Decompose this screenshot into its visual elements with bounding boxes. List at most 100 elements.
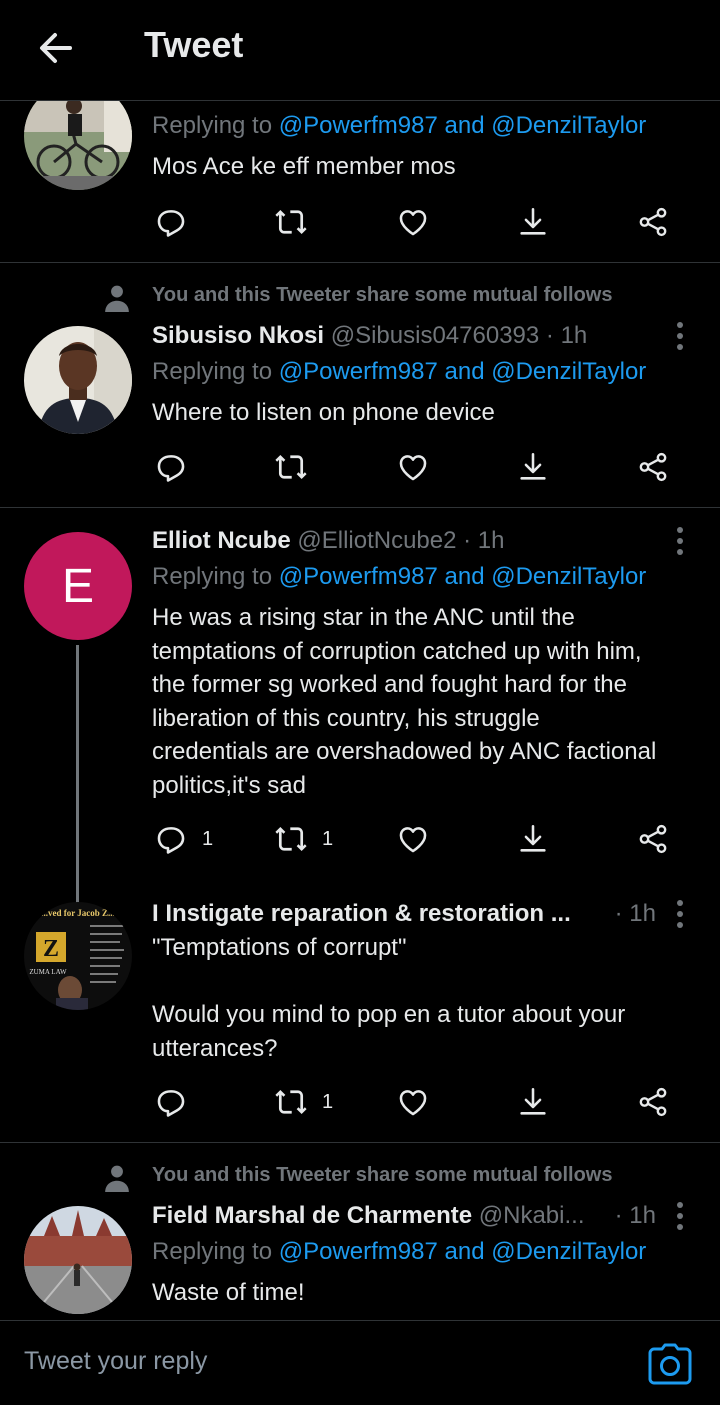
download-icon	[520, 207, 546, 235]
tweet-time: · 1h	[614, 1202, 656, 1229]
more-options-button[interactable]	[670, 320, 690, 352]
page-title: Tweet	[144, 24, 244, 65]
download-icon	[520, 1087, 546, 1115]
reply-icon	[157, 1090, 185, 1117]
tweet-header: I Instigate reparation & restoration ...	[152, 898, 656, 930]
like-icon	[399, 827, 427, 853]
author-handle[interactable]: @Nkabi...	[479, 1202, 585, 1229]
more-icon	[677, 527, 683, 555]
retweet-icon	[275, 826, 307, 852]
share-icon	[639, 207, 667, 237]
replying-prefix: Replying to	[152, 1238, 279, 1265]
download-button[interactable]	[516, 819, 550, 859]
more-icon	[677, 1202, 683, 1230]
camera-button[interactable]	[648, 1343, 692, 1385]
reply-button[interactable]	[154, 447, 202, 487]
action-bar: 1 1	[152, 819, 692, 859]
avatar-sibusiso[interactable]	[24, 326, 132, 434]
retweet-count: 1	[322, 827, 334, 850]
replying-to: Replying to @Powerfm987 and @DenzilTaylo…	[152, 112, 646, 140]
more-options-button[interactable]	[670, 525, 690, 557]
like-button[interactable]	[396, 819, 444, 859]
avatar-elliot[interactable]: E	[24, 532, 132, 640]
reply-composer: Tweet your reply	[0, 1320, 720, 1405]
reply-button[interactable]	[154, 1082, 202, 1122]
share-button[interactable]	[636, 202, 670, 242]
share-button[interactable]	[636, 1082, 670, 1122]
reply-icon	[157, 210, 185, 237]
like-button[interactable]	[396, 202, 444, 242]
like-icon	[399, 1090, 427, 1116]
tweet-text: Where to listen on phone device	[152, 399, 495, 426]
retweet-button[interactable]: 1	[274, 819, 333, 859]
retweet-icon	[275, 454, 307, 480]
social-context: You and this Tweeter share some mutual f…	[152, 1164, 613, 1186]
back-arrow-icon	[40, 33, 72, 63]
replying-to: Replying to @Powerfm987 and @DenzilTaylo…	[152, 563, 646, 591]
replying-to-link[interactable]: @Powerfm987 and @DenzilTaylor	[279, 112, 647, 139]
like-button[interactable]	[396, 1082, 444, 1122]
share-icon	[639, 824, 667, 854]
author-name[interactable]: Elliot Ncube	[152, 527, 291, 554]
tweet-text: Mos Ace ke eff member mos	[152, 153, 456, 180]
avatar-field-marshal[interactable]	[24, 1206, 132, 1314]
retweet-button[interactable]: 1	[274, 1082, 333, 1122]
replying-to: Replying to @Powerfm987 and @DenzilTaylo…	[152, 358, 646, 386]
tweet-text: Waste of time!	[152, 1279, 305, 1306]
replying-prefix: Replying to	[152, 563, 279, 590]
author-name[interactable]: Sibusiso Nkosi	[152, 322, 324, 349]
more-options-button[interactable]	[670, 1200, 690, 1232]
avatar-caption-top: ...ved for Jacob Z...	[41, 908, 115, 918]
tweet-header: Elliot Ncube @ElliotNcube2 · 1h	[152, 525, 690, 557]
retweet-count: 1	[322, 1090, 334, 1113]
download-button[interactable]	[516, 1082, 550, 1122]
avatar-caption-bottom: ZUMA LAW	[29, 968, 67, 976]
author-name[interactable]: I Instigate reparation & restoration ...	[152, 900, 571, 927]
more-icon	[677, 900, 683, 928]
person-icon	[105, 1165, 129, 1192]
tweet-text: He was a rising star in the ANC until th…	[152, 604, 657, 799]
tweet-text: "Temptations of corrupt" Would you mind …	[152, 934, 626, 1062]
share-icon	[639, 452, 667, 482]
like-icon	[399, 210, 427, 236]
replying-to-link[interactable]: @Powerfm987 and @DenzilTaylor	[279, 1238, 647, 1265]
retweet-button[interactable]	[274, 202, 322, 242]
action-bar	[152, 202, 692, 242]
author-handle[interactable]: @ElliotNcube2	[297, 527, 456, 554]
like-button[interactable]	[396, 447, 444, 487]
download-icon	[520, 824, 546, 852]
more-options-button[interactable]	[670, 898, 690, 930]
person-icon	[105, 285, 129, 312]
share-button[interactable]	[636, 447, 670, 487]
reply-count: 1	[202, 827, 214, 850]
reply-button[interactable]: 1	[154, 819, 213, 859]
download-icon	[520, 452, 546, 480]
reply-button[interactable]	[154, 202, 202, 242]
author-handle[interactable]: @Sibusis04760393	[331, 322, 540, 349]
tweet-feed: Replying to @Powerfm987 and @DenzilTaylo…	[0, 0, 720, 1320]
replying-prefix: Replying to	[152, 358, 279, 385]
replying-prefix: Replying to	[152, 112, 279, 139]
replying-to-link[interactable]: @Powerfm987 and @DenzilTaylor	[279, 563, 647, 590]
more-icon	[677, 322, 683, 350]
reply-icon	[157, 827, 185, 854]
divider	[0, 262, 720, 263]
reply-input[interactable]: Tweet your reply	[24, 1347, 207, 1376]
share-icon	[639, 1087, 667, 1117]
thread-connector	[76, 645, 79, 907]
reply-icon	[157, 455, 185, 482]
author-name[interactable]: Field Marshal de Charmente	[152, 1202, 472, 1229]
social-context: You and this Tweeter share some mutual f…	[152, 284, 613, 306]
download-button[interactable]	[516, 202, 550, 242]
share-button[interactable]	[636, 819, 670, 859]
like-icon	[399, 455, 427, 481]
avatar-zuma-law[interactable]: ...ved for Jacob Z... Z ZUMA LAW	[24, 902, 132, 1010]
retweet-button[interactable]	[274, 447, 322, 487]
camera-icon	[648, 1343, 692, 1385]
back-button[interactable]	[34, 26, 78, 70]
download-button[interactable]	[516, 447, 550, 487]
tweet-time: · 1h	[614, 900, 656, 927]
replying-to-link[interactable]: @Powerfm987 and @DenzilTaylor	[279, 358, 647, 385]
tweet-time: · 1h	[463, 527, 505, 554]
divider	[0, 1142, 720, 1143]
